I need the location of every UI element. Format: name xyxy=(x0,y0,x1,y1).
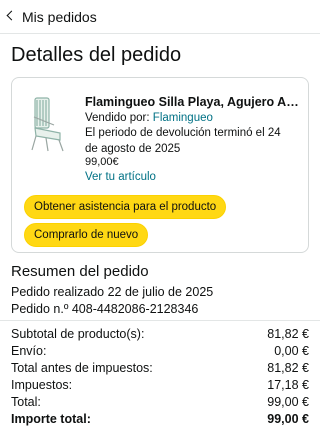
summary-label: Total antes de impuestos: xyxy=(11,361,153,375)
product-price: 99,00€ xyxy=(85,156,119,168)
summary-row-grand-total: Importe total: 99,00 € xyxy=(11,411,309,427)
summary-label: Total: xyxy=(11,395,41,409)
top-nav-bar: Mis pedidos xyxy=(0,0,320,34)
summary-row-total: Total: 99,00 € xyxy=(11,394,309,410)
summary-value: 0,00 € xyxy=(274,344,309,358)
order-item-card: Flamingueo Silla Playa, Agujero Aco... V… xyxy=(11,77,309,253)
summary-row-tax: Impuestos: 17,18 € xyxy=(11,377,309,393)
order-summary-title: Resumen del pedido xyxy=(11,263,149,280)
divider xyxy=(0,320,320,321)
get-help-button[interactable]: Obtener asistencia para el producto xyxy=(24,195,227,219)
view-item-link[interactable]: Ver tu artículo xyxy=(85,170,156,185)
beach-chair-image[interactable] xyxy=(26,95,69,153)
summary-value: 81,82 € xyxy=(267,327,309,341)
summary-label: Impuestos: xyxy=(11,378,73,392)
summary-value: 17,18 € xyxy=(267,378,309,392)
seller-link[interactable]: Flamingueo xyxy=(153,112,213,124)
seller-prefix: Vendido por: xyxy=(85,112,150,124)
seller-line: Vendido por: Flamingueo xyxy=(85,111,213,126)
product-title[interactable]: Flamingueo Silla Playa, Agujero Aco... xyxy=(85,94,303,110)
order-number: Pedido n.º 408-4482086-2128346 xyxy=(11,302,199,316)
summary-label: Importe total: xyxy=(11,412,91,426)
summary-row-subtotal: Subtotal de producto(s): 81,82 € xyxy=(11,326,309,342)
summary-row-pretax: Total antes de impuestos: 81,82 € xyxy=(11,360,309,376)
return-window-notice: El periodo de devolución terminó el 24 d… xyxy=(85,127,281,155)
buy-again-button[interactable]: Comprarlo de nuevo xyxy=(24,223,149,247)
back-to-orders-link[interactable]: Mis pedidos xyxy=(22,9,97,25)
page-title: Detalles del pedido xyxy=(11,44,182,66)
summary-label: Envío: xyxy=(11,344,47,358)
order-date: Pedido realizado 22 de julio de 2025 xyxy=(11,285,214,299)
summary-value: 99,00 € xyxy=(267,412,309,426)
summary-row-shipping: Envío: 0,00 € xyxy=(11,343,309,359)
summary-label: Subtotal de producto(s): xyxy=(11,327,145,341)
chevron-left-icon[interactable] xyxy=(6,10,17,21)
summary-value: 81,82 € xyxy=(267,361,309,375)
summary-value: 99,00 € xyxy=(267,395,309,409)
